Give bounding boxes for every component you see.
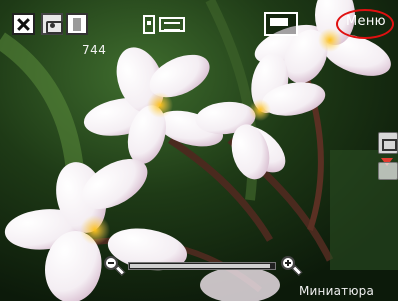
video-mode-button[interactable] (378, 162, 398, 180)
zoom-in-button[interactable] (281, 256, 303, 276)
zoom-out-button[interactable] (104, 256, 126, 276)
thumbnail-button[interactable]: Миниатюра (299, 284, 374, 298)
camera-icon (382, 139, 397, 151)
close-button[interactable] (12, 13, 35, 35)
viewfinder-image (0, 0, 398, 301)
format-button[interactable] (66, 13, 88, 35)
camera-mode-button[interactable] (41, 13, 63, 35)
photo-mode-button[interactable] (378, 132, 398, 154)
camera-viewfinder: 744 Меню Миниатюра (0, 0, 398, 301)
menu-button[interactable]: Меню (336, 9, 394, 39)
camera-icon (46, 21, 63, 34)
storage-indicator[interactable] (143, 15, 185, 34)
resolution-icon (264, 12, 298, 36)
memory-card-icon (143, 15, 155, 34)
zoom-slider-fill (130, 264, 270, 268)
format-icon (73, 18, 81, 31)
resolution-button[interactable] (264, 12, 298, 36)
remaining-shots-counter: 744 (82, 43, 107, 57)
zoom-slider[interactable] (128, 262, 276, 270)
menu-label: Меню (346, 14, 386, 29)
